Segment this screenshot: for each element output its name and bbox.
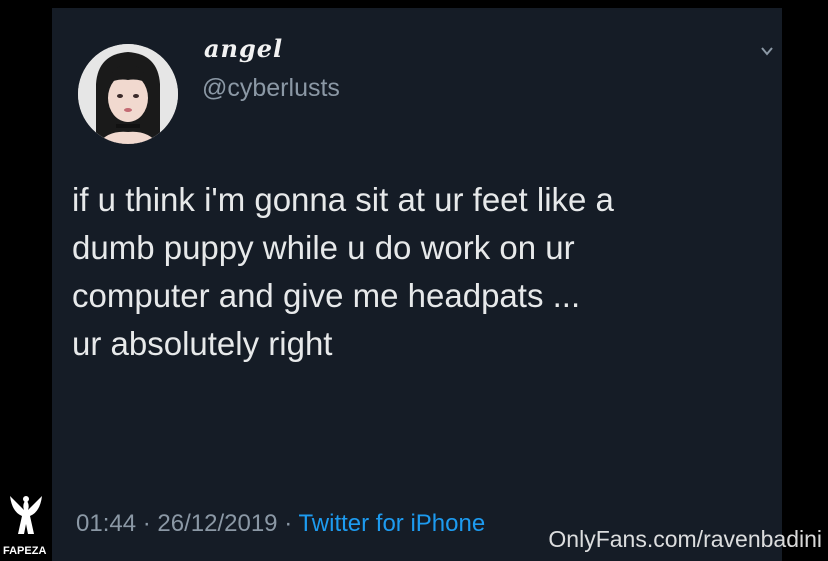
display-name[interactable]: angel bbox=[204, 34, 283, 63]
tweet-text-line: if u think i'm gonna sit at ur feet like… bbox=[72, 181, 614, 218]
onlyfans-watermark: OnlyFans.com/ravenbadini bbox=[548, 526, 822, 552]
tweet-text-line: dumb puppy while u do work on ur bbox=[72, 229, 575, 266]
tweet-text: if u think i'm gonna sit at ur feet like… bbox=[72, 176, 772, 368]
tweet-metadata: 01:44 · 26/12/2019 · Twitter for iPhone bbox=[76, 510, 485, 538]
fapeza-label: FAPEZA bbox=[3, 545, 47, 557]
winged-figure-logo-icon bbox=[10, 496, 42, 534]
tweet-card: angel @cyberlusts if u think i'm gonna s… bbox=[52, 8, 782, 561]
meta-separator: · bbox=[284, 510, 293, 537]
fapeza-watermark: FAPEZA bbox=[0, 490, 52, 561]
avatar[interactable] bbox=[78, 44, 178, 144]
tweet-text-line: computer and give me headpats ... bbox=[72, 277, 581, 314]
screenshot-frame: angel @cyberlusts if u think i'm gonna s… bbox=[0, 0, 828, 561]
chevron-down-icon[interactable] bbox=[760, 44, 774, 58]
tweet-client-link[interactable]: Twitter for iPhone bbox=[298, 510, 485, 537]
meta-separator: · bbox=[142, 510, 151, 537]
tweet-date[interactable]: 26/12/2019 bbox=[157, 510, 277, 537]
avatar-image bbox=[78, 44, 178, 144]
user-handle[interactable]: @cyberlusts bbox=[202, 74, 340, 103]
tweet-text-line: ur absolutely right bbox=[72, 325, 333, 362]
tweet-time[interactable]: 01:44 bbox=[76, 510, 136, 537]
